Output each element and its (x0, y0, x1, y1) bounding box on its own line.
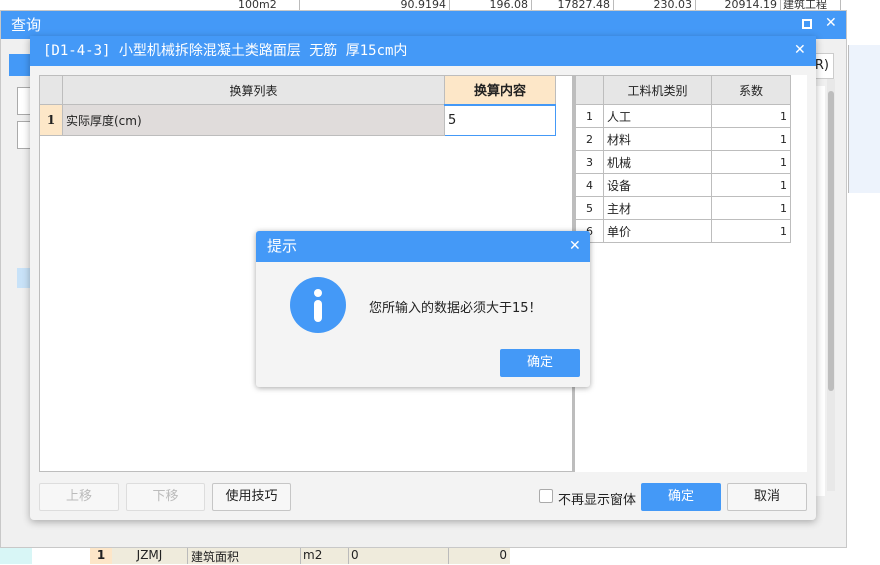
coefficient-cell[interactable]: 1 (711, 127, 791, 151)
table-row[interactable]: 2 材料 1 (575, 127, 791, 151)
bg-cell: 230.03 (614, 0, 696, 10)
table-row[interactable]: 5 主材 1 (575, 196, 791, 220)
bg-cell: 建筑工程 (781, 0, 841, 10)
coefficient-cell[interactable]: 1 (711, 150, 791, 174)
coefficient-cell[interactable]: 1 (711, 173, 791, 197)
bg-bottom: 1 JZMJ 建筑面积 m2 0 0 (0, 548, 880, 564)
bg-cell: JZMJ (112, 548, 187, 564)
bg-cell: 90.9194 (300, 0, 450, 10)
category-cell: 单价 (603, 219, 712, 243)
table-row[interactable]: 6 单价 1 (575, 219, 791, 243)
category-cell: 主材 (603, 196, 712, 220)
query-title: 查询 (11, 16, 42, 34)
square-icon[interactable] (802, 19, 812, 29)
table-row[interactable]: 4 设备 1 (575, 173, 791, 197)
bg-cell: 196.08 (450, 0, 532, 10)
table-row[interactable]: 3 机械 1 (575, 150, 791, 174)
param-name: 实际厚度(cm) (62, 104, 445, 136)
col-header: 换算内容 (444, 75, 556, 105)
bg-cell: 建筑面积 (187, 548, 300, 564)
alert-title: 提示 (267, 237, 298, 255)
ok-button[interactable]: 确定 (641, 483, 721, 511)
close-icon[interactable]: ✕ (794, 42, 806, 58)
alert-ok-button[interactable]: 确定 (500, 349, 580, 377)
coefficient-cell[interactable]: 1 (711, 196, 791, 220)
bg-cell: m2 (300, 548, 348, 564)
query-titlebar: 查询 (1, 11, 846, 39)
category-cell: 材料 (603, 127, 712, 151)
dialog-titlebar: [D1-4-3] 小型机械拆除混凝土类路面层 无筋 厚15cm内 (30, 36, 816, 66)
category-cell: 人工 (603, 104, 712, 128)
cancel-button[interactable]: 取消 (727, 483, 807, 511)
bg-grid (848, 45, 880, 193)
dialog-title: [D1-4-3] 小型机械拆除混凝土类路面层 无筋 厚15cm内 (43, 43, 408, 59)
bg-cell: 100m2 (236, 0, 300, 10)
row-number: 1 (575, 104, 604, 128)
move-up-button[interactable]: 上移 (39, 483, 119, 511)
coefficient-cell[interactable]: 1 (711, 219, 791, 243)
row-number: 4 (575, 173, 604, 197)
close-icon[interactable]: ✕ (569, 238, 581, 254)
usage-tips-button[interactable]: 使用技巧 (212, 483, 291, 511)
close-icon[interactable]: ✕ (825, 15, 837, 31)
col-header: 换算列表 (62, 75, 445, 105)
category-cell: 设备 (603, 173, 712, 197)
bg-cell: 0 (348, 548, 448, 564)
info-icon (290, 277, 346, 333)
bg-cell: 20914.19 (696, 0, 781, 10)
move-down-button[interactable]: 下移 (126, 483, 205, 511)
alert-dialog: 提示 ✕ 您所输入的数据必须大于15！ 确定 (256, 231, 590, 387)
dont-show-checkbox[interactable] (539, 489, 553, 503)
bg-cell: 0 (448, 548, 510, 564)
alert-titlebar: 提示 (256, 231, 590, 262)
bg-cell: 17827.48 (532, 0, 614, 10)
scrollbar[interactable] (827, 79, 835, 491)
alert-message: 您所输入的数据必须大于15！ (369, 301, 542, 316)
row-number: 5 (575, 196, 604, 220)
coefficient-cell[interactable]: 1 (711, 104, 791, 128)
row-number: 1 (39, 104, 63, 136)
category-cell: 机械 (603, 150, 712, 174)
coefficient-panel: 工料机类别 系数 1 人工 1 2 材料 1 3 机械 1 4 设备 1 5 主材 1 6 单价 1 (573, 75, 807, 472)
param-value-input[interactable]: 5 (444, 103, 556, 136)
row-number: 3 (575, 150, 604, 174)
col-header: 系数 (711, 75, 791, 105)
col-header: 工料机类别 (603, 75, 712, 105)
dont-show-label[interactable]: 不再显示窗体 (558, 489, 636, 508)
row-number: 2 (575, 127, 604, 151)
table-row[interactable]: 1 人工 1 (575, 104, 791, 128)
row-number: 1 (90, 548, 112, 564)
scrollbar-thumb[interactable] (828, 91, 834, 391)
